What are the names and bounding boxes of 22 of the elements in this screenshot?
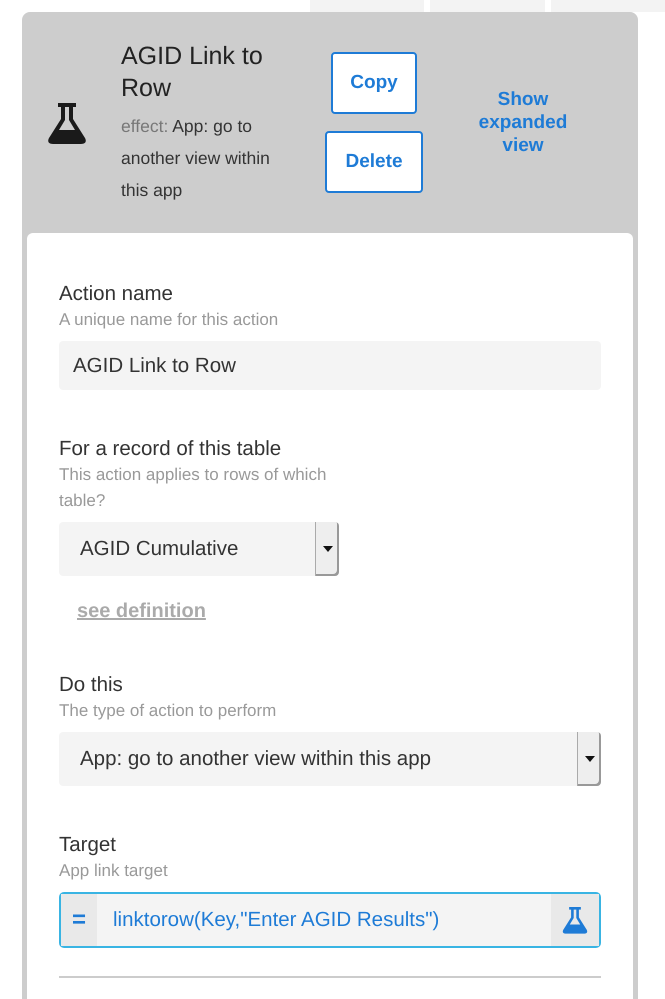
text-field[interactable]: AGID Link to Row [59,341,601,390]
copy-button[interactable]: Copy [331,52,417,114]
effect-text: effect: App: go to another view within this app [121,114,271,202]
field-hint: A unique name for this action [59,309,280,331]
flask-icon[interactable] [562,905,588,935]
field-hint: The type of action to perform [59,700,278,722]
dropdown-field[interactable]: AGID Cumulative [59,522,339,576]
caret-icon [322,546,332,552]
field-hint: App link target [59,860,169,882]
caret-icon [584,756,594,762]
field-label: Action name [59,281,174,307]
dropdown-field[interactable]: App: go to another view within this app [59,732,601,786]
flask-icon [47,100,87,144]
action-title: AGID Link to Row [121,40,264,104]
delete-button[interactable]: Delete [325,131,423,193]
field-hint: This action applies to rows of which table? [59,464,328,512]
formula-field[interactable]: = linktorow(Key,"Enter AGID Results") [59,892,601,948]
definition-link[interactable]: see definition [77,596,206,626]
field-label: Do this [59,672,124,698]
field-label: Target [59,832,117,858]
field-label: For a record of this table [59,436,282,462]
expand-view-link[interactable]: Show expanded view [463,88,583,157]
